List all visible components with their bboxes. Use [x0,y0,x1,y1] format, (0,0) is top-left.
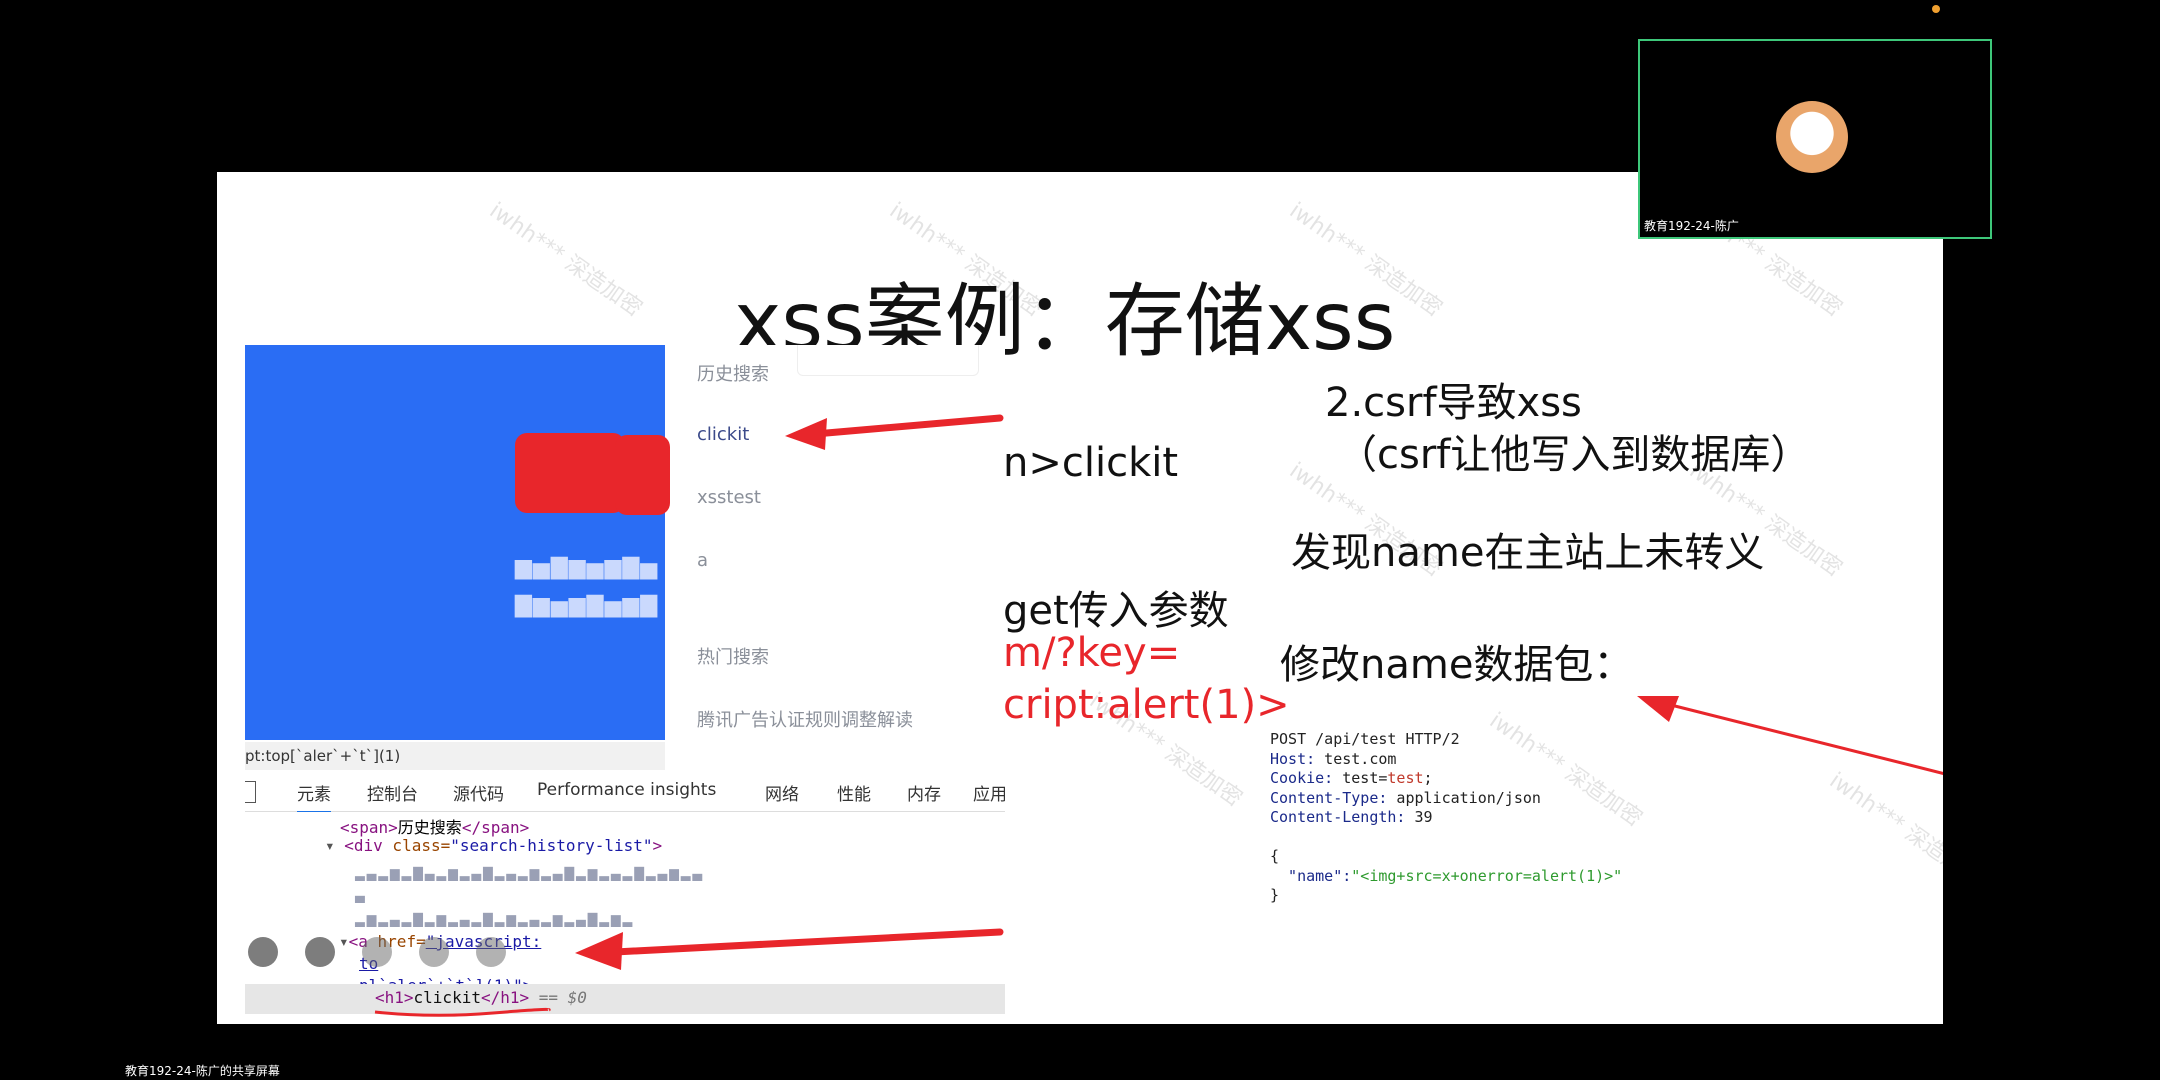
participant-name: 教育192-24-陈广 [1644,219,1739,233]
finding-text: 发现name在主站上未转义 [1291,530,1765,576]
devtools-tabbar: 元素 控制台 源代码 Performance insights 网络 性能 内存… [245,771,1005,813]
red-underline-annotation [374,1007,551,1017]
history-heading: 历史搜索 [697,364,769,385]
slide-text-script: cript:alert(1)> [1003,682,1290,728]
modify-text: 修改name数据包： [1280,642,1634,688]
slide-text-get-param: get传入参数 [1003,588,1229,634]
history-item-a[interactable]: a [697,550,708,571]
tab-console[interactable]: 控制台 [367,780,418,805]
red-arrow-annotation [575,928,1004,970]
recording-indicator [1932,5,1940,13]
video-icon[interactable] [419,937,449,967]
dom-line-h1[interactable]: <h1>clickit</h1> == $0 [375,988,587,1007]
screen-share-label: 教育192-24-陈广的共享屏幕 [125,1064,280,1078]
tab-application[interactable]: 应用 [973,780,1005,805]
dom-line-span[interactable]: <span>历史搜索</span> [340,814,529,838]
blue-banner-image: ▆▅▇▆▅▆▇▅ ▇▆▅▆▇▅▆▇ [245,345,670,740]
pen-icon[interactable] [362,937,392,967]
next-icon[interactable] [305,937,335,967]
history-item-clickit[interactable]: clickit [697,424,749,445]
blurred-text: ▆▅▇▆▅▆▇▅ [515,555,659,580]
tab-performance-insights[interactable]: Performance insights [537,780,716,800]
history-item-xsstest[interactable]: xsstest [697,487,761,508]
tab-memory[interactable]: 内存 [907,780,941,805]
blurred-text: ▇▆▅▆▇▅▆▇ [515,593,659,618]
previous-icon[interactable] [248,937,278,967]
tab-network[interactable]: 网络 [765,780,799,805]
hot-search-item[interactable]: 腾讯广告认证规则调整解读 [697,706,913,732]
dropdown-edge [797,345,979,376]
selected-dom-line[interactable] [245,984,1005,1014]
red-arrow-annotation [785,414,1004,450]
dom-line-div[interactable]: ▾ <div class="search-history-list"> [325,836,662,855]
redaction-mark [515,433,625,513]
presentation-slide: iwhh*** 深造加密 iwhh*** 深造加密 iwhh*** 深造加密 i… [217,172,1943,1024]
blurred-code-line: ▂▃▂▅▂▆▃▂▅▂▃▆▂▃▂▅▂▃▆▂▅▂▃▂▆▂▃▅▂▃ [355,862,704,881]
csrf-subheading: （csrf让他写入到数据库） [1337,432,1811,478]
slide-text-url: m/?key= [1003,630,1181,676]
hot-search-heading: 热门搜索 [697,647,769,668]
elements-dom-tree: <span>历史搜索</span> ▾ <div class="search-h… [245,812,1005,1024]
more-icon[interactable] [476,937,506,967]
search-history-panel: 历史搜索 clickit xsstest a 热门搜索 腾讯广告认证规则调整解读 [677,345,1005,740]
red-arrow-annotation [1637,696,1943,775]
http-request-code: POST /api/test HTTP/2 Host: test.com Coo… [1270,730,1623,904]
tab-elements[interactable]: 元素 [297,780,331,813]
slide-text-clickit: n>clickit [1003,440,1179,486]
redaction-mark [615,435,670,515]
avatar [1776,101,1848,173]
inspect-icon[interactable] [245,781,256,803]
tab-sources[interactable]: 源代码 [453,780,504,805]
embedded-screenshot: ▆▅▇▆▅▆▇▅ ▇▆▅▆▇▅▆▇ 历史搜索 clickit xsstest a… [245,345,1005,1024]
blurred-code-line: ▃ [355,884,367,903]
participant-video-tile[interactable]: 教育192-24-陈广 [1638,39,1992,239]
csrf-heading: 2.csrf导致xss [1325,380,1582,426]
watermark: iwhh*** 深造加密 [484,198,647,322]
selector-tooltip: pt:top[`aler`+`t`](1) [245,742,665,770]
tab-performance[interactable]: 性能 [837,780,871,805]
